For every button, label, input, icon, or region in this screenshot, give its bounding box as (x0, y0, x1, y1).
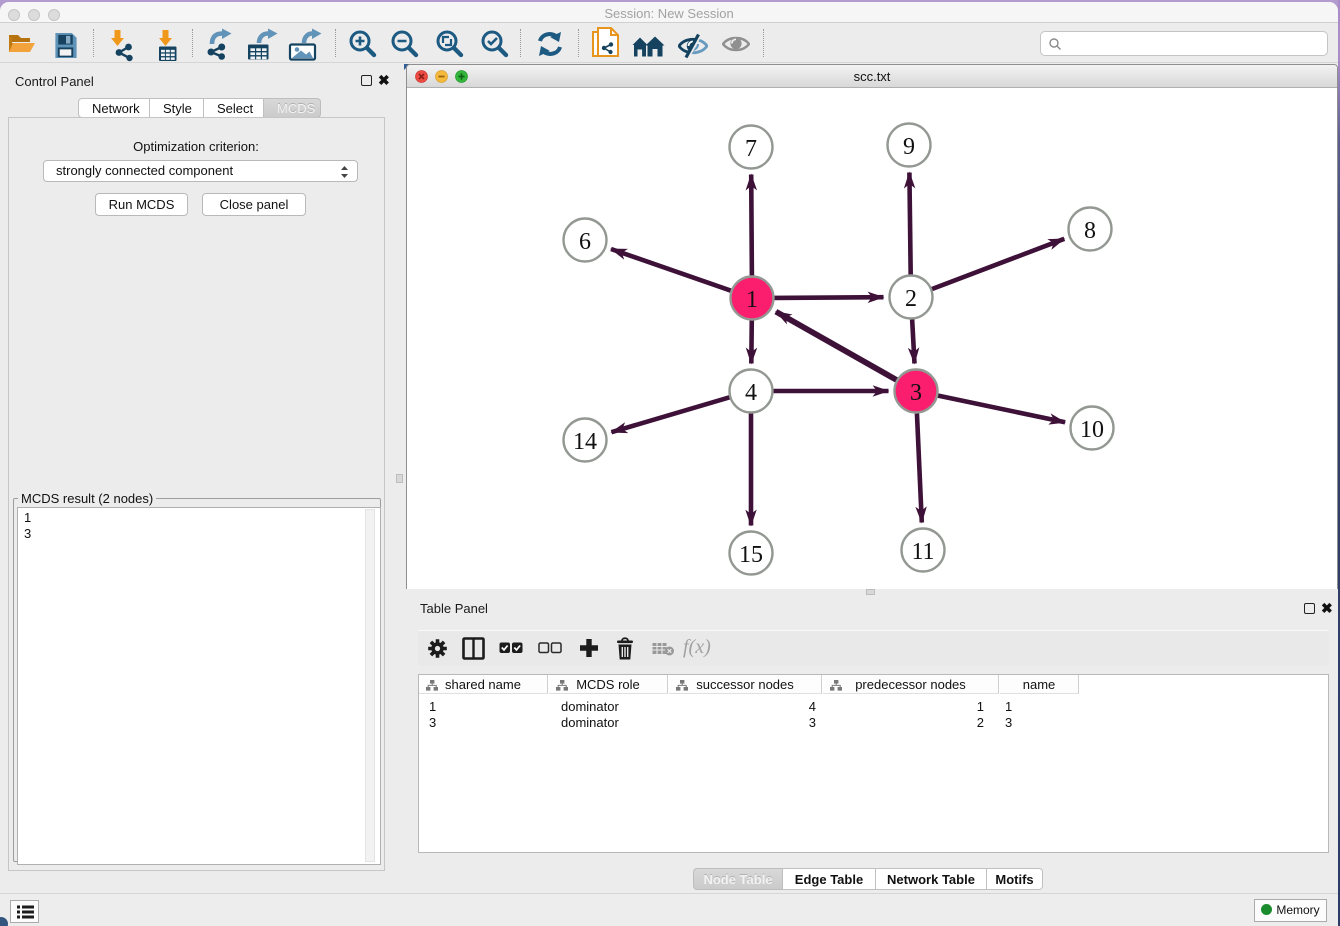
svg-text:2: 2 (905, 286, 917, 312)
svg-text:9: 9 (903, 134, 915, 160)
svg-text:1: 1 (746, 287, 758, 313)
svg-text:3: 3 (910, 380, 922, 406)
svg-text:8: 8 (1084, 218, 1096, 244)
svg-text:10: 10 (1080, 417, 1104, 443)
svg-text:11: 11 (911, 539, 934, 565)
svg-text:15: 15 (739, 542, 763, 568)
svg-text:6: 6 (579, 229, 591, 255)
svg-text:7: 7 (745, 136, 757, 162)
svg-text:14: 14 (573, 429, 597, 455)
svg-text:4: 4 (745, 380, 757, 406)
